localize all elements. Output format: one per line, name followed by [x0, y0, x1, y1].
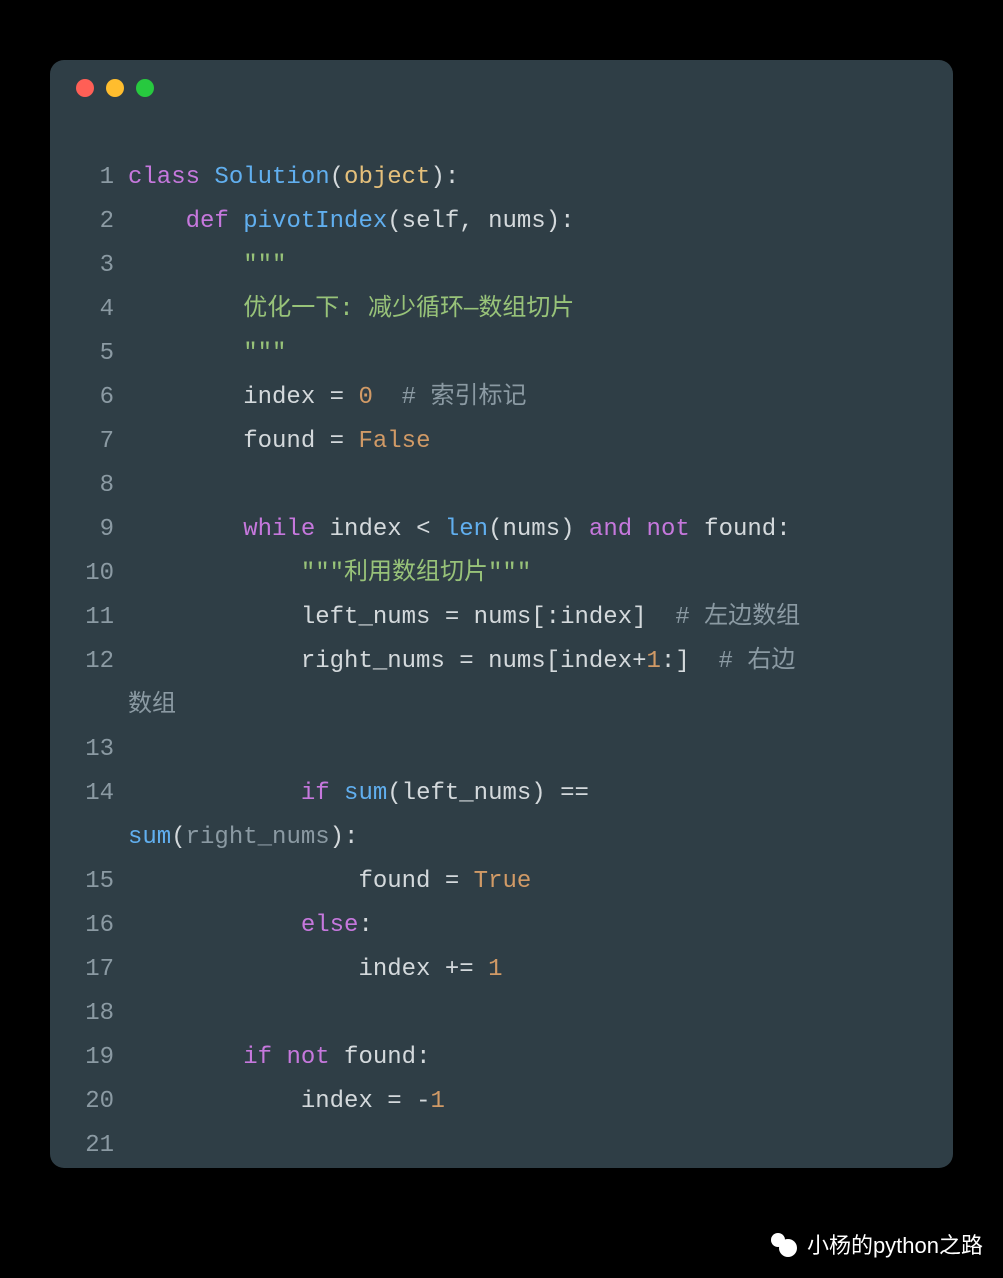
line-number: 1 — [50, 156, 128, 200]
code-line: 3 """ — [50, 244, 929, 288]
code-source: index = -1 — [128, 1080, 929, 1124]
code-line: 8 — [50, 464, 929, 508]
code-source: found = False — [128, 420, 929, 464]
code-line-wrap: 数组 — [50, 684, 929, 728]
line-number: 17 — [50, 948, 128, 992]
code-line: 19 if not found: — [50, 1036, 929, 1080]
maximize-icon[interactable] — [136, 79, 154, 97]
code-source: class Solution(object): — [128, 156, 929, 200]
watermark: 小杨的python之路 — [769, 1228, 983, 1260]
code-source: index = 0 # 索引标记 — [128, 376, 929, 420]
code-line: 4 优化一下: 减少循环—数组切片 — [50, 288, 929, 332]
code-source: found = True — [128, 860, 929, 904]
line-number: 19 — [50, 1036, 128, 1080]
line-number: 18 — [50, 992, 128, 1036]
code-source: while index < len(nums) and not found: — [128, 508, 929, 552]
code-line: 14 if sum(left_nums) == — [50, 772, 929, 816]
code-line: 15 found = True — [50, 860, 929, 904]
wechat-icon — [769, 1229, 799, 1259]
code-line: 21 — [50, 1124, 929, 1168]
window-titlebar — [50, 60, 953, 116]
line-number: 20 — [50, 1080, 128, 1124]
line-number: 16 — [50, 904, 128, 948]
code-source: def pivotIndex(self, nums): — [128, 200, 929, 244]
code-source: left_nums = nums[:index] # 左边数组 — [128, 596, 929, 640]
code-line: 11 left_nums = nums[:index] # 左边数组 — [50, 596, 929, 640]
code-line: 17 index += 1 — [50, 948, 929, 992]
code-line: 6 index = 0 # 索引标记 — [50, 376, 929, 420]
code-source: index += 1 — [128, 948, 929, 992]
code-line: 1class Solution(object): — [50, 156, 929, 200]
line-number: 2 — [50, 200, 128, 244]
line-number: 21 — [50, 1124, 128, 1168]
line-number: 3 — [50, 244, 128, 288]
code-source: if sum(left_nums) == — [128, 772, 929, 816]
line-number: 15 — [50, 860, 128, 904]
code-line: 10 """利用数组切片""" — [50, 552, 929, 596]
code-line: 5 """ — [50, 332, 929, 376]
code-source: if not found: — [128, 1036, 929, 1080]
code-line: 13 — [50, 728, 929, 772]
code-source: """利用数组切片""" — [128, 552, 929, 596]
code-source: """ — [128, 244, 929, 288]
line-number: 4 — [50, 288, 128, 332]
code-line: 18 — [50, 992, 929, 1036]
line-number: 14 — [50, 772, 128, 816]
code-line: 12 right_nums = nums[index+1:] # 右边 — [50, 640, 929, 684]
minimize-icon[interactable] — [106, 79, 124, 97]
code-source: 优化一下: 减少循环—数组切片 — [128, 288, 929, 332]
code-line: 20 index = -1 — [50, 1080, 929, 1124]
code-line: 16 else: — [50, 904, 929, 948]
code-line: 7 found = False — [50, 420, 929, 464]
line-number: 6 — [50, 376, 128, 420]
line-number: 5 — [50, 332, 128, 376]
code-body: 1class Solution(object):2 def pivotIndex… — [50, 116, 953, 1168]
line-number: 9 — [50, 508, 128, 552]
line-number: 11 — [50, 596, 128, 640]
code-line: 9 while index < len(nums) and not found: — [50, 508, 929, 552]
close-icon[interactable] — [76, 79, 94, 97]
line-number: 10 — [50, 552, 128, 596]
line-number: 13 — [50, 728, 128, 772]
line-number: 8 — [50, 464, 128, 508]
code-source: right_nums = nums[index+1:] # 右边 — [128, 640, 929, 684]
line-number: 7 — [50, 420, 128, 464]
code-window: 1class Solution(object):2 def pivotIndex… — [50, 60, 953, 1168]
line-number: 12 — [50, 640, 128, 684]
watermark-text: 小杨的python之路 — [807, 1228, 983, 1260]
code-source: else: — [128, 904, 929, 948]
code-source: """ — [128, 332, 929, 376]
code-line-wrap: sum(right_nums): — [50, 816, 929, 860]
code-line: 2 def pivotIndex(self, nums): — [50, 200, 929, 244]
